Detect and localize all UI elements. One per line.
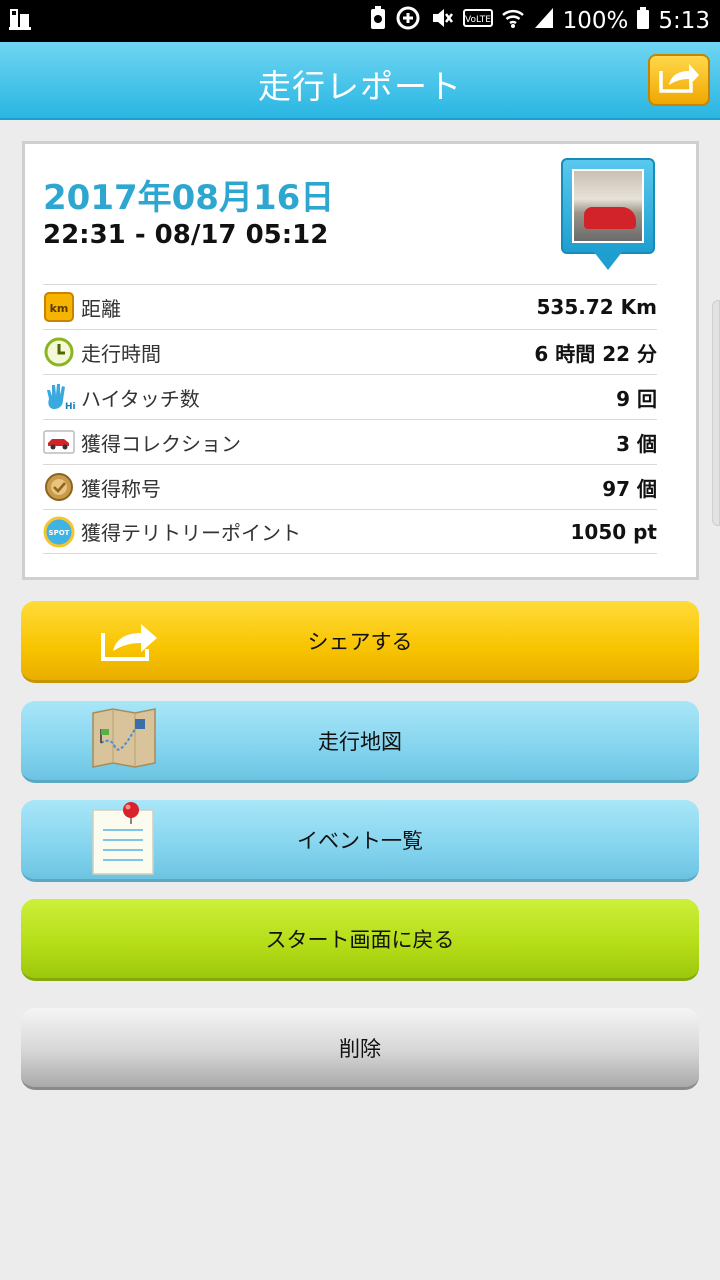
share-arrow-icon: [657, 61, 701, 99]
stat-row-hi-five: Hi! ハイタッチ数 9 回: [43, 374, 657, 419]
mute-icon: [429, 5, 455, 37]
memo-pin-icon: [91, 800, 157, 883]
report-date: 2017年08月16日: [43, 178, 335, 218]
header-share-button[interactable]: [648, 54, 710, 106]
share-arrow-icon: [99, 621, 163, 668]
svg-text:km: km: [50, 302, 69, 315]
stat-value: 6 時間 22 分: [534, 341, 657, 366]
edge-panel-handle[interactable]: [712, 300, 720, 526]
battery-icon: [636, 6, 650, 36]
drive-map-button[interactable]: 走行地図: [21, 701, 699, 783]
stat-label: 獲得称号: [81, 476, 161, 501]
volte-icon: VoLTE: [462, 8, 493, 34]
page-title: 走行レポート: [258, 67, 462, 106]
stat-value: 3 個: [616, 431, 657, 456]
share-button-label: シェアする: [307, 629, 413, 654]
stat-label: 獲得コレクション: [81, 431, 241, 456]
stat-value: 1050 pt: [570, 519, 657, 544]
stat-row-distance: km 距離 535.72 Km: [43, 284, 657, 329]
battery-saver-icon: [369, 5, 387, 37]
event-list-button[interactable]: イベント一覧: [21, 800, 699, 882]
svg-text:SPOT: SPOT: [49, 529, 70, 537]
delete-button[interactable]: 削除: [21, 1008, 699, 1090]
back-to-start-button[interactable]: スタート画面に戻る: [21, 899, 699, 981]
stat-row-collection: 獲得コレクション 3 個: [43, 419, 657, 464]
stat-value: 9 回: [616, 386, 657, 411]
stat-row-territory: SPOT 獲得テリトリーポイント 1050 pt: [43, 509, 657, 554]
stat-label: 距離: [81, 296, 121, 321]
map-icon: [91, 707, 157, 776]
hi-five-icon: Hi!: [43, 381, 75, 413]
clock: 5:13: [658, 8, 710, 34]
delete-button-label: 削除: [339, 1036, 381, 1061]
clock-icon: [43, 336, 75, 368]
stat-label: 走行時間: [81, 341, 161, 366]
car-photo-thumbnail[interactable]: [561, 158, 655, 276]
status-bar: VoLTE 100% 5:13: [0, 0, 720, 42]
stat-label: ハイタッチ数: [81, 386, 200, 411]
drive-map-button-label: 走行地図: [318, 729, 402, 754]
stat-row-titles: 獲得称号 97 個: [43, 464, 657, 509]
car-photo: [572, 169, 644, 243]
svg-text:VoLTE: VoLTE: [465, 15, 491, 25]
stat-value: 97 個: [602, 476, 657, 501]
event-list-button-label: イベント一覧: [297, 828, 423, 853]
app-header: 走行レポート: [0, 42, 720, 120]
wifi-icon: [501, 6, 525, 36]
report-time-range: 22:31 - 08/17 05:12: [43, 220, 329, 250]
spot-icon: SPOT: [43, 516, 75, 548]
stat-row-drive-time: 走行時間 6 時間 22 分: [43, 329, 657, 374]
pin-pointer: [594, 252, 622, 270]
car-shape: [584, 207, 636, 229]
battery-percent: 100%: [562, 8, 629, 34]
medal-icon: [43, 471, 75, 503]
notification-app-icon: [8, 6, 32, 36]
report-card: 2017年08月16日 22:31 - 08/17 05:12 km 距離 53…: [22, 141, 699, 580]
back-to-start-button-label: スタート画面に戻る: [265, 927, 455, 952]
share-button[interactable]: シェアする: [21, 601, 699, 683]
data-saver-icon: [395, 5, 421, 37]
svg-text:Hi!: Hi!: [65, 402, 75, 412]
stat-value: 535.72 Km: [536, 295, 657, 319]
stats-list: km 距離 535.72 Km 走行時間 6 時間 22 分 Hi! ハイタッチ…: [43, 284, 657, 554]
car-collection-icon: [43, 426, 75, 458]
stat-label: 獲得テリトリーポイント: [81, 521, 301, 545]
km-icon: km: [43, 291, 75, 323]
signal-icon: [533, 6, 555, 36]
